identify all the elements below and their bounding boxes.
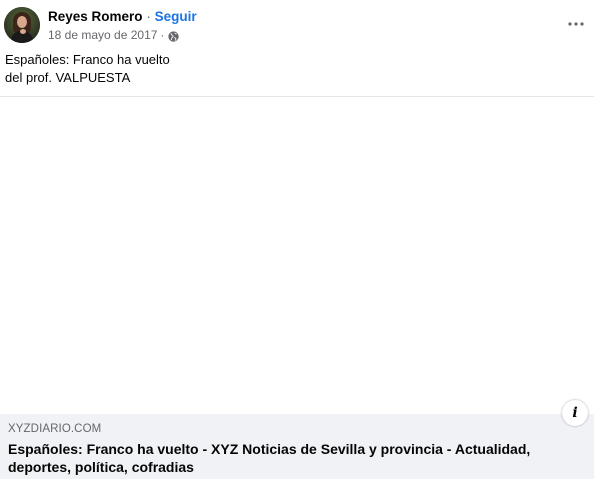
name-separator: · — [146, 9, 151, 24]
post-meta: 18 de mayo de 2017 · — [48, 27, 180, 43]
link-preview-card[interactable]: XYZDIARIO.COM Españoles: Franco ha vuelt… — [0, 414, 594, 479]
more-options-button[interactable] — [568, 16, 584, 32]
author-avatar[interactable] — [4, 7, 40, 43]
follow-button[interactable]: Seguir — [155, 9, 197, 24]
info-button[interactable]: i — [562, 400, 588, 426]
more-horizontal-icon — [568, 22, 584, 26]
link-domain: XYZDIARIO.COM — [8, 423, 102, 435]
post-text-line: Españoles: Franco ha vuelto — [5, 52, 170, 67]
link-preview-image[interactable] — [0, 97, 594, 414]
facebook-post: Reyes Romero · Seguir 18 de mayo de 2017… — [0, 0, 594, 479]
post-date[interactable]: 18 de mayo de 2017 — [48, 27, 157, 43]
meta-separator: · — [160, 28, 165, 42]
post-text: Españoles: Franco ha vuelto del prof. VA… — [5, 51, 305, 87]
author-name[interactable]: Reyes Romero — [48, 9, 143, 24]
info-icon: i — [572, 405, 578, 421]
globe-icon[interactable] — [168, 30, 180, 42]
post-header: Reyes Romero · Seguir 18 de mayo de 2017… — [0, 0, 594, 50]
post-text-line: del prof. VALPUESTA — [5, 70, 131, 85]
author-row: Reyes Romero · Seguir — [48, 8, 197, 25]
link-title[interactable]: Españoles: Franco ha vuelto - XYZ Notici… — [8, 440, 583, 476]
